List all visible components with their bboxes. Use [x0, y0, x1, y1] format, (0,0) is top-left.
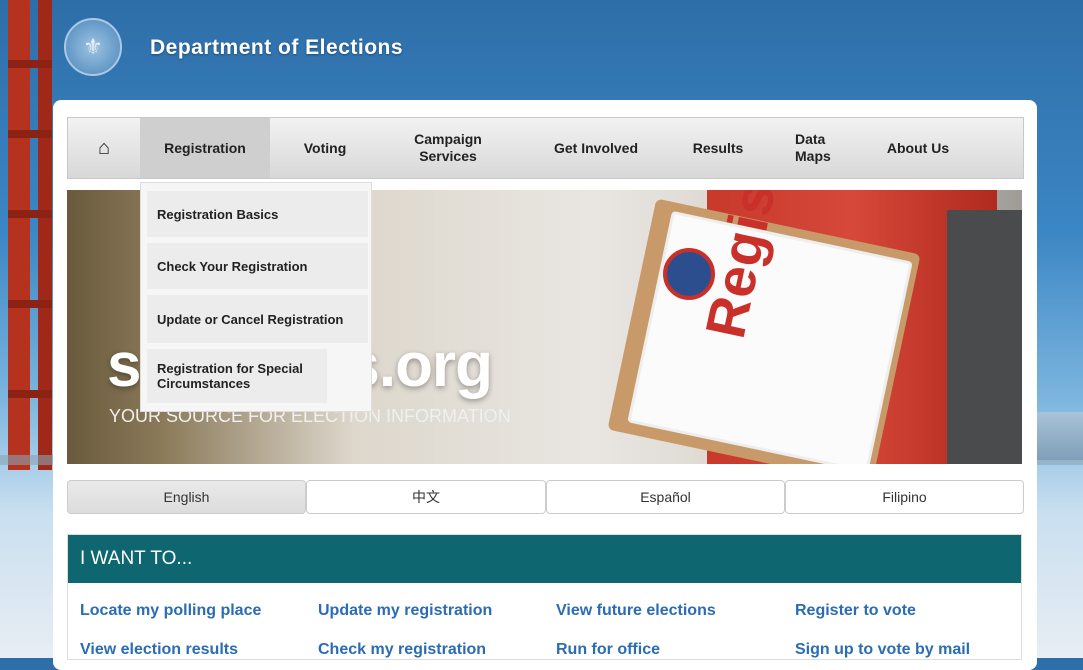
link-check-registration[interactable]: Check my registration [318, 641, 486, 659]
dropdown-item-check-registration[interactable]: Check Your Registration [147, 243, 368, 289]
nav-label: About Us [886, 139, 950, 156]
dropdown-item-registration-basics[interactable]: Registration Basics [147, 191, 368, 237]
nav-about-us[interactable]: About Us [868, 118, 968, 178]
golden-gate-bridge-image [0, 0, 60, 470]
nav-voting[interactable]: Voting [270, 118, 380, 178]
bay-shore-image [1035, 412, 1083, 460]
nav-campaign-services[interactable]: Campaign Services [392, 118, 504, 178]
language-selector: English 中文 Español Filipino [67, 480, 1024, 514]
home-icon: ⌂ [97, 136, 111, 159]
link-register-to-vote[interactable]: Register to vote [795, 602, 916, 620]
nav-results[interactable]: Results [672, 118, 764, 178]
nav-label: Data Maps [795, 131, 831, 164]
dropdown-item-special-circumstances[interactable]: Registration for Special Circumstances [147, 349, 327, 403]
link-view-election-results[interactable]: View election results [80, 641, 238, 659]
lang-spanish[interactable]: Español [546, 480, 785, 514]
i-want-to-panel: I WANT TO... Locate my polling place Upd… [67, 534, 1022, 660]
main-nav: ⌂ Registration Voting Campaign Services … [67, 117, 1024, 179]
nav-label: Voting [303, 139, 347, 156]
link-locate-polling-place[interactable]: Locate my polling place [80, 602, 261, 620]
lang-chinese[interactable]: 中文 [306, 480, 546, 514]
site-title[interactable]: Department of Elections [150, 36, 403, 60]
lang-filipino[interactable]: Filipino [785, 480, 1024, 514]
nav-label: Results [692, 139, 744, 156]
link-vote-by-mail[interactable]: Sign up to vote by mail [795, 641, 970, 659]
link-update-registration[interactable]: Update my registration [318, 602, 492, 620]
hero-site-name-left: s [107, 331, 141, 400]
nav-label: Campaign Services [414, 131, 482, 164]
nav-get-involved[interactable]: Get Involved [530, 118, 662, 178]
lang-english[interactable]: English [67, 480, 306, 514]
i-want-to-heading: I WANT TO... [68, 535, 1021, 583]
nav-label: Get Involved [553, 139, 639, 156]
nav-label: Registration [164, 139, 246, 156]
dropdown-item-update-cancel-registration[interactable]: Update or Cancel Registration [147, 295, 368, 343]
nav-registration[interactable]: Registration [140, 118, 270, 178]
home-button[interactable]: ⌂ [68, 118, 140, 178]
link-view-future-elections[interactable]: View future elections [556, 602, 716, 620]
registration-dropdown: Registration Basics Check Your Registrat… [140, 182, 372, 412]
nav-data-maps[interactable]: Data Maps [772, 118, 860, 178]
city-seal-icon[interactable]: ⚜ [64, 18, 122, 76]
volunteer-arm [947, 210, 1022, 464]
link-run-for-office[interactable]: Run for office [556, 641, 660, 659]
